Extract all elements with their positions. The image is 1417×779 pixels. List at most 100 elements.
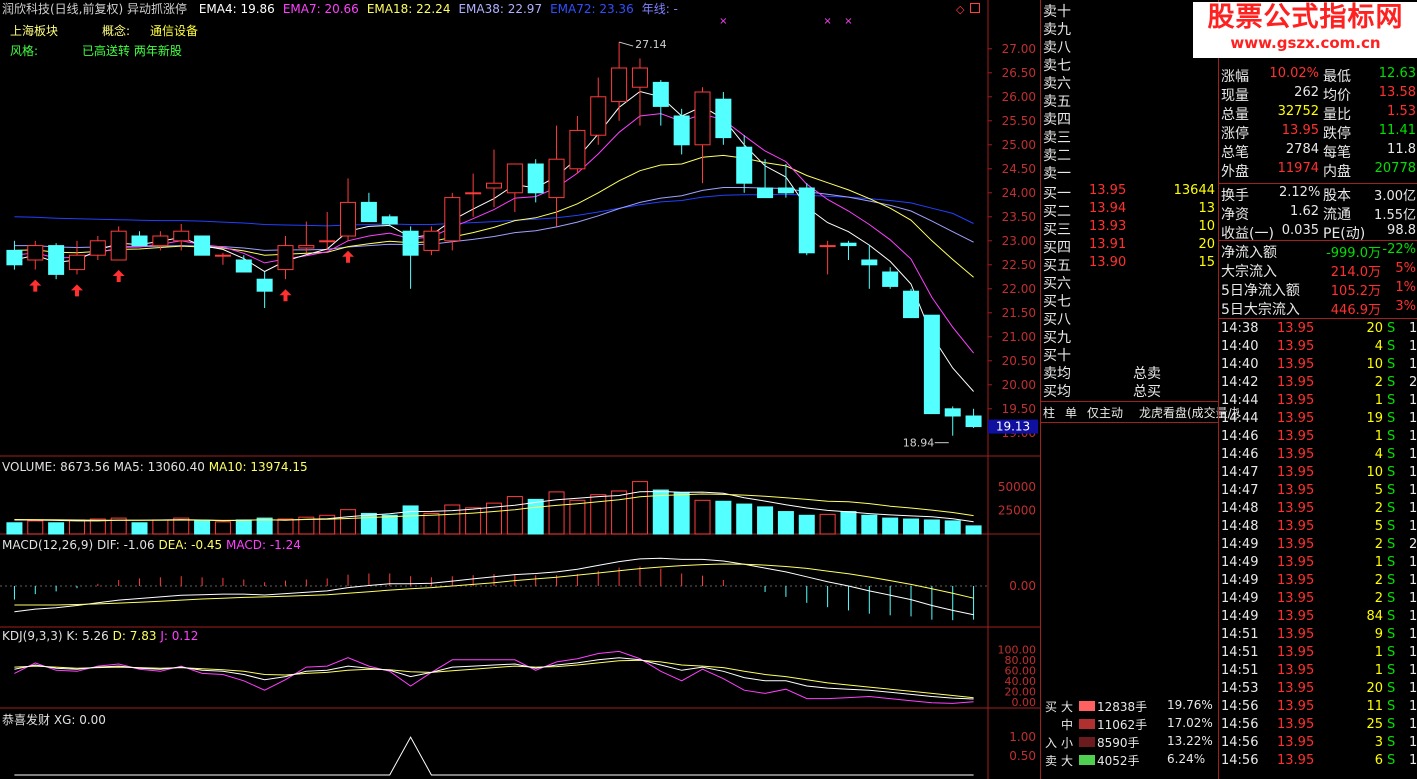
- candle-body: [923, 314, 940, 415]
- kdj-j-line: [14, 650, 974, 704]
- tick-volume: 1: [1374, 393, 1383, 408]
- buy-level-label: 买一: [1043, 186, 1071, 202]
- candle-body: [652, 81, 669, 107]
- tick-row[interactable]: 14:44 13.95 1 S 1: [1219, 392, 1417, 410]
- candle-body: [381, 216, 398, 225]
- tick-count: 1: [1409, 447, 1417, 462]
- price-chart[interactable]: 19.0019.5020.0020.5021.0021.5022.0022.50…: [0, 0, 1040, 779]
- tick-row[interactable]: 14:49 13.95 84 S 1: [1219, 608, 1417, 626]
- avg-sell-label: 卖均: [1043, 366, 1071, 382]
- tick-count: 1: [1409, 753, 1417, 768]
- volume-bar: [590, 494, 607, 535]
- tick-volume: 10: [1366, 357, 1383, 372]
- tick-price: 13.95: [1277, 375, 1315, 390]
- tick-volume: 6: [1374, 753, 1383, 768]
- tick-volume: 4: [1374, 447, 1383, 462]
- tick-row[interactable]: 14:51 13.95 1 S 1: [1219, 644, 1417, 662]
- quote-value: 10.02%: [1269, 66, 1319, 81]
- tick-row[interactable]: 14:56 13.95 3 S 1: [1219, 734, 1417, 752]
- tick-row[interactable]: 14:49 13.95 2 S 2: [1219, 536, 1417, 554]
- order-book-tab[interactable]: 柱: [1043, 404, 1063, 421]
- tick-time: 14:48: [1221, 519, 1259, 534]
- tick-row[interactable]: 14:44 13.95 19 S 1: [1219, 410, 1417, 428]
- quote-label: 量比: [1323, 107, 1351, 123]
- buy-level-label: 买四: [1043, 240, 1071, 256]
- tick-side: S: [1387, 735, 1396, 750]
- kdj-header: KDJ(9,3,3) K: 5.26 D: 7.83 J: 0.12: [2, 629, 198, 643]
- quote-value: 20778: [1374, 161, 1416, 176]
- candle-body: [27, 245, 44, 261]
- candle-body: [444, 197, 461, 242]
- volume-bar: [194, 520, 211, 535]
- watermark-logo: 股票公式指标网 www.gszx.com.cn: [1193, 2, 1417, 58]
- volume-tick-label: 50000: [998, 480, 1036, 494]
- volume-bar: [840, 511, 857, 535]
- order-book-tab[interactable]: 仅主动: [1087, 404, 1137, 421]
- tick-row[interactable]: 14:48 13.95 5 S 1: [1219, 518, 1417, 536]
- tick-row[interactable]: 14:40 13.95 10 S 1: [1219, 356, 1417, 374]
- flow-label: 大宗流入: [1221, 264, 1277, 280]
- candle-body: [798, 187, 815, 254]
- buy-level-label: 买七: [1043, 294, 1071, 310]
- tick-row[interactable]: 14:56 13.95 6 S 1: [1219, 752, 1417, 770]
- macd-dif: DIF: -1.06: [96, 538, 155, 552]
- buy-level-label: 买三: [1043, 222, 1071, 238]
- volume-bar: [465, 507, 482, 535]
- candle-body: [736, 146, 753, 184]
- current-price-tag: 19.13: [996, 420, 1030, 434]
- buy-level-price: 13.91: [1089, 237, 1127, 252]
- candle-body: [48, 245, 65, 275]
- candle-body: [402, 230, 419, 256]
- buy-arrow-icon: [29, 279, 42, 292]
- tick-price: 13.95: [1277, 735, 1315, 750]
- tick-row[interactable]: 14:38 13.95 20 S 1: [1219, 320, 1417, 338]
- tick-row[interactable]: 14:51 13.95 1 S 1: [1219, 662, 1417, 680]
- tick-time: 14:56: [1221, 717, 1259, 732]
- total-buy-label: 总买: [1133, 384, 1161, 400]
- tick-list[interactable]: 14:38 13.95 20 S 1 14:40 13.95 4 S 1 14:40 13.95 10 S…: [1219, 318, 1417, 768]
- tick-row[interactable]: 14:49 13.95 2 S 1: [1219, 572, 1417, 590]
- volume-bar: [340, 509, 357, 535]
- quote-value: 1.53: [1387, 104, 1416, 119]
- price-tick-label: 19.50: [1002, 402, 1036, 416]
- buy-level-volume: 20: [1198, 237, 1215, 252]
- fundamental-value: 3.00亿: [1374, 189, 1416, 204]
- tick-row[interactable]: 14:47 13.95 5 S 1: [1219, 482, 1417, 500]
- tick-volume: 20: [1366, 321, 1383, 336]
- tick-row[interactable]: 14:53 13.95 20 S 1: [1219, 680, 1417, 698]
- tick-row[interactable]: 14:48 13.95 2 S 1: [1219, 500, 1417, 518]
- tick-row[interactable]: 14:51 13.95 9 S 1: [1219, 626, 1417, 644]
- tick-time: 14:38: [1221, 321, 1259, 336]
- tick-price: 13.95: [1277, 699, 1315, 714]
- tick-side: S: [1387, 717, 1396, 732]
- tick-price: 13.95: [1277, 465, 1315, 480]
- tick-row[interactable]: 14:56 13.95 25 S 1: [1219, 716, 1417, 734]
- signal-label: 恭喜发财: [2, 713, 51, 727]
- total-sell-label: 总卖: [1133, 366, 1161, 382]
- sell-level-label: 卖五: [1043, 94, 1071, 110]
- tick-price: 13.95: [1277, 645, 1315, 660]
- tick-row[interactable]: 14:49 13.95 1 S 1: [1219, 554, 1417, 572]
- buy-arrow-icon: [70, 284, 83, 297]
- price-tick-label: 27.00: [1002, 42, 1036, 56]
- tick-count: 1: [1409, 663, 1417, 678]
- tick-row[interactable]: 14:46 13.95 1 S 1: [1219, 428, 1417, 446]
- tick-row[interactable]: 14:42 13.95 2 S 2: [1219, 374, 1417, 392]
- signal-tick-label: 0.50: [1009, 749, 1036, 763]
- tick-time: 14:51: [1221, 645, 1259, 660]
- quote-label: 总笔: [1221, 145, 1249, 161]
- quote-value: 11.41: [1378, 123, 1416, 138]
- order-book-tab[interactable]: 单: [1065, 404, 1085, 421]
- volume-bar: [381, 514, 398, 535]
- tick-row[interactable]: 14:49 13.95 2 S 1: [1219, 590, 1417, 608]
- buy-level-label: 买二: [1043, 204, 1071, 220]
- tick-volume: 2: [1374, 573, 1383, 588]
- flow-percent: 3%: [1395, 299, 1416, 314]
- order-size-percent: 13.22%: [1167, 734, 1213, 748]
- tick-row[interactable]: 14:47 13.95 10 S 1: [1219, 464, 1417, 482]
- tick-row[interactable]: 14:56 13.95 11 S 1: [1219, 698, 1417, 716]
- volume-bar: [631, 481, 648, 535]
- candle-body: [485, 182, 503, 189]
- tick-row[interactable]: 14:46 13.95 4 S 1: [1219, 446, 1417, 464]
- tick-row[interactable]: 14:40 13.95 4 S 1: [1219, 338, 1417, 356]
